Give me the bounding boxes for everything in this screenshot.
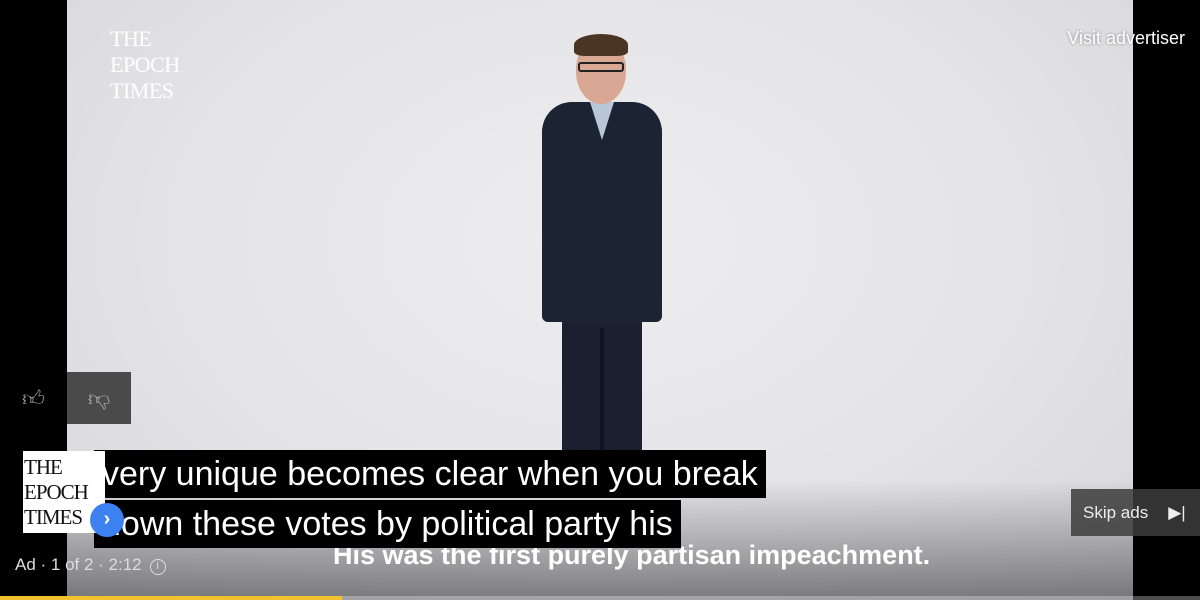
dislike-button[interactable]: 👎︎ bbox=[67, 372, 131, 424]
logo-line: EPOCH bbox=[110, 52, 180, 77]
logo-line: THE bbox=[24, 455, 63, 479]
visit-advertiser-link[interactable]: Visit advertiser bbox=[1067, 28, 1185, 49]
skip-ads-button[interactable]: Skip ads ▶︎| bbox=[1071, 489, 1200, 536]
info-icon[interactable]: i bbox=[149, 559, 166, 575]
logo-line: THE bbox=[110, 26, 152, 51]
like-button[interactable]: 👍︎ bbox=[0, 372, 67, 424]
ad-info: Ad · 1 of 2 · 2:12 i bbox=[15, 555, 166, 575]
logo-line: EPOCH bbox=[24, 480, 89, 504]
thumbs-up-icon: 👍︎ bbox=[22, 385, 45, 411]
chevron-right-icon[interactable]: › bbox=[90, 503, 124, 537]
ad-info-text: Ad · 1 of 2 · 2:12 bbox=[15, 555, 142, 574]
brand-logo: THE EPOCH TIMES bbox=[110, 26, 180, 104]
caption-line: very unique becomes clear when you break bbox=[94, 450, 766, 498]
skip-next-icon: ▶︎| bbox=[1168, 502, 1186, 522]
caption-line: down these votes by political party his bbox=[94, 500, 681, 548]
presenter bbox=[512, 30, 692, 460]
logo-line: TIMES bbox=[110, 78, 174, 103]
thumbs-down-icon: 👎︎ bbox=[87, 385, 111, 411]
ad-progress-bar[interactable] bbox=[0, 596, 1200, 600]
skip-label: Skip ads bbox=[1083, 502, 1149, 522]
progress-fill bbox=[0, 596, 342, 600]
